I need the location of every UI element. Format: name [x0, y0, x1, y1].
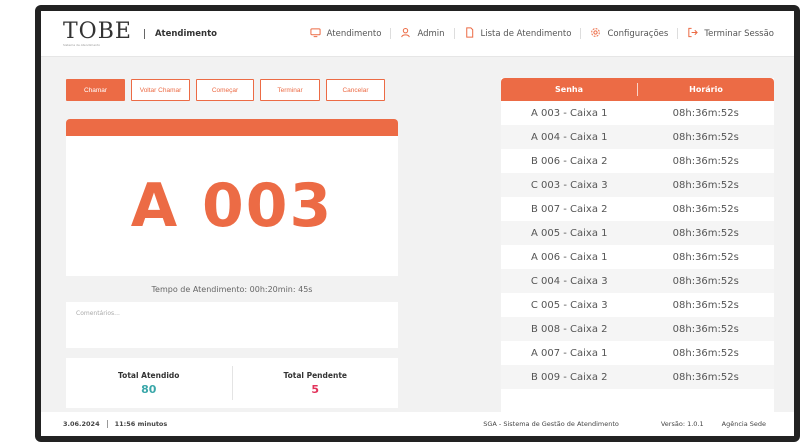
gear-icon — [590, 27, 601, 40]
total-pending-value: 5 — [311, 382, 320, 396]
nav-configuracoes-label: Configurações — [607, 28, 669, 39]
time-cell: 08h:36m:52s — [672, 203, 739, 215]
total-attended-label: Total Atendido — [118, 370, 180, 380]
start-button[interactable]: Começar — [196, 79, 254, 101]
main-nav: Atendimento Admin Lista de Atendimento C… — [310, 27, 774, 40]
ticket-cell: B 009 - Caixa 2 — [530, 371, 608, 383]
logo-subtitle: Sistema de Atendimento — [63, 42, 101, 47]
page-title: Atendimento — [154, 28, 217, 39]
nav-lista-atendimento[interactable]: Lista de Atendimento — [464, 27, 572, 40]
nav-divider — [453, 28, 455, 39]
device-frame: TOBE Sistema de Atendimento Atendimento … — [35, 5, 800, 442]
logout-icon — [687, 27, 699, 40]
time-cell: 08h:36m:52s — [672, 347, 739, 359]
ticket-cell: B 008 - Caixa 2 — [530, 323, 608, 335]
table-row[interactable]: C 005 - Caixa 3 08h:36m:52s — [501, 293, 774, 317]
table-row[interactable]: B 006 - Caixa 2 08h:36m:52s — [501, 149, 774, 173]
footer-system-name: SGA - Sistema de Gestão de Atendimento — [483, 420, 619, 428]
time-cell: 08h:36m:52s — [672, 251, 739, 263]
nav-atendimento[interactable]: Atendimento — [310, 27, 382, 40]
cancel-button[interactable]: Cancelar — [326, 79, 385, 101]
action-buttons: Chamar Voltar Chamar Começar Terminar Ca… — [66, 79, 391, 101]
user-icon — [400, 27, 411, 40]
footer-time: 11:56 minutos — [114, 420, 168, 428]
time-cell: 08h:36m:52s — [672, 227, 739, 239]
total-pending: Total Pendente 5 — [233, 371, 399, 396]
nav-terminar-sessao[interactable]: Terminar Sessão — [687, 27, 774, 40]
time-cell: 08h:36m:52s — [672, 299, 739, 311]
monitor-icon — [310, 27, 321, 40]
time-cell: 08h:36m:52s — [672, 275, 739, 287]
time-cell: 08h:36m:52s — [672, 323, 739, 335]
ticket-display: A 003 — [66, 136, 398, 276]
table-row[interactable]: B 008 - Caixa 2 08h:36m:52s — [501, 317, 774, 341]
ticket-cell: A 003 - Caixa 1 — [530, 107, 608, 119]
total-attended: Total Atendido 80 — [66, 371, 232, 396]
ticket-cell: B 007 - Caixa 2 — [530, 203, 608, 215]
nav-atendimento-label: Atendimento — [326, 28, 382, 39]
time-cell: 08h:36m:52s — [672, 107, 739, 119]
column-header-horario: Horário — [689, 85, 723, 94]
table-row[interactable]: A 004 - Caixa 1 08h:36m:52s — [501, 125, 774, 149]
totals-card: Total Atendido 80 Total Pendente 5 — [66, 358, 398, 408]
comments-input[interactable] — [66, 302, 398, 348]
column-header-senha: Senha — [555, 85, 583, 94]
nav-admin-label: Admin — [417, 28, 445, 39]
top-header: TOBE Sistema de Atendimento Atendimento … — [41, 11, 794, 57]
ticket-cell: A 005 - Caixa 1 — [530, 227, 608, 239]
ticket-cell: A 007 - Caixa 1 — [530, 347, 608, 359]
time-cell: 08h:36m:52s — [672, 131, 739, 143]
queue-table-header: Senha Horário — [501, 78, 774, 101]
ticket-cell: C 003 - Caixa 3 — [530, 179, 608, 191]
nav-divider — [677, 28, 679, 39]
current-ticket-number: A 003 — [130, 171, 334, 241]
total-pending-label: Total Pendente — [283, 370, 348, 380]
title-separator — [143, 28, 145, 39]
ticket-display-header — [66, 119, 398, 136]
footer-divider — [106, 420, 108, 428]
ticket-cell: C 004 - Caixa 3 — [530, 275, 608, 287]
queue-table: Senha Horário A 003 - Caixa 1 08h:36m:52s… — [501, 78, 774, 416]
table-row[interactable]: C 003 - Caixa 3 08h:36m:52s — [501, 173, 774, 197]
service-timer: Tempo de Atendimento: 00h:20min: 45s — [151, 285, 313, 294]
table-row[interactable]: B 007 - Caixa 2 08h:36m:52s — [501, 197, 774, 221]
footer-agency: Agência Sede — [721, 420, 766, 428]
logo-text: TOBE — [63, 18, 132, 44]
nav-lista-label: Lista de Atendimento — [480, 28, 572, 39]
footer-date: 3.06.2024 — [63, 420, 100, 428]
ticket-cell: A 006 - Caixa 1 — [530, 251, 608, 263]
ticket-cell: B 006 - Caixa 2 — [530, 155, 608, 167]
nav-terminar-label: Terminar Sessão — [704, 28, 774, 39]
total-attended-value: 80 — [141, 382, 157, 396]
call-button[interactable]: Chamar — [66, 79, 125, 101]
table-row[interactable]: B 009 - Caixa 2 08h:36m:52s — [501, 365, 774, 389]
recall-button[interactable]: Voltar Chamar — [131, 79, 190, 101]
table-row[interactable]: A 005 - Caixa 1 08h:36m:52s — [501, 221, 774, 245]
table-row[interactable]: C 004 - Caixa 3 08h:36m:52s — [501, 269, 774, 293]
time-cell: 08h:36m:52s — [672, 371, 739, 383]
time-cell: 08h:36m:52s — [672, 155, 739, 167]
logo: TOBE Sistema de Atendimento — [63, 18, 132, 47]
time-cell: 08h:36m:52s — [672, 179, 739, 191]
status-footer: 3.06.2024 11:56 minutos SGA - Sistema de… — [41, 412, 794, 436]
nav-configuracoes[interactable]: Configurações — [590, 27, 668, 40]
document-icon — [464, 27, 475, 40]
finish-button[interactable]: Terminar — [260, 79, 320, 101]
queue-table-body: A 003 - Caixa 1 08h:36m:52s A 004 - Caixa… — [501, 101, 774, 389]
ticket-cell: A 004 - Caixa 1 — [530, 131, 608, 143]
table-row[interactable]: A 006 - Caixa 1 08h:36m:52s — [501, 245, 774, 269]
table-row[interactable]: A 003 - Caixa 1 08h:36m:52s — [501, 101, 774, 125]
footer-version: Versão: 1.0.1 — [660, 420, 704, 428]
nav-divider — [390, 28, 392, 39]
app-screen: TOBE Sistema de Atendimento Atendimento … — [41, 11, 794, 436]
nav-admin[interactable]: Admin — [400, 27, 445, 40]
table-row[interactable]: A 007 - Caixa 1 08h:36m:52s — [501, 341, 774, 365]
nav-divider — [580, 28, 582, 39]
ticket-cell: C 005 - Caixa 3 — [530, 299, 608, 311]
